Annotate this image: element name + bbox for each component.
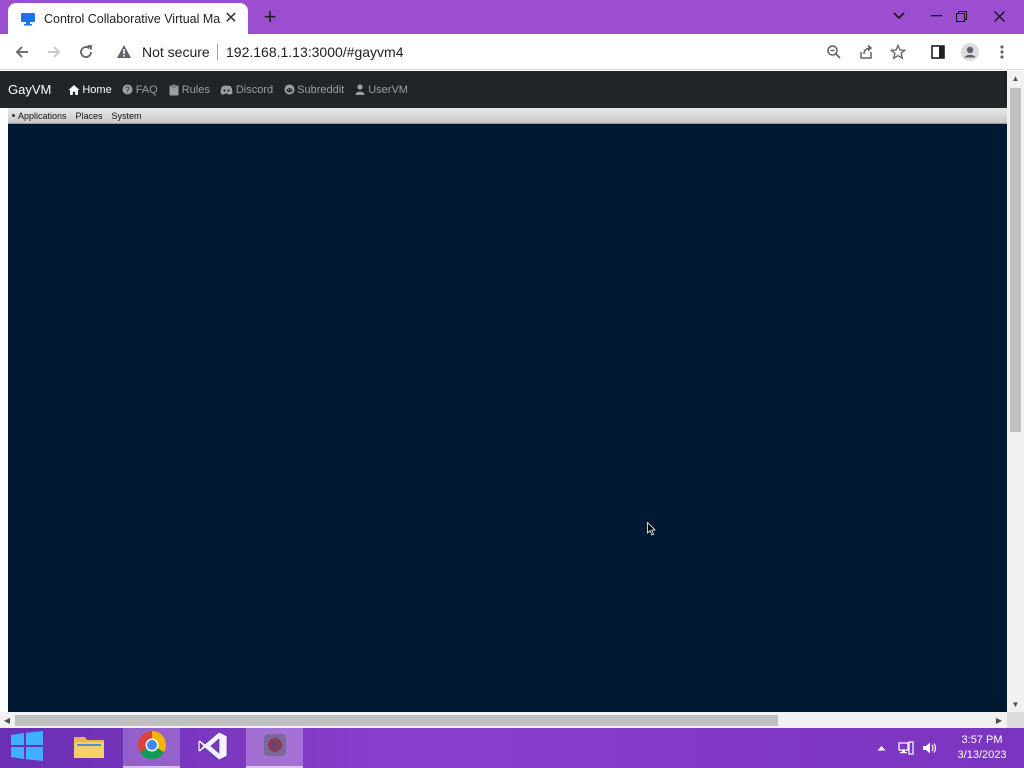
- vm-desktop[interactable]: [8, 124, 1007, 714]
- nav-home[interactable]: Home: [68, 83, 112, 96]
- chrome-icon: [137, 730, 167, 765]
- clock-date: 3/13/2023: [957, 749, 1007, 761]
- nav-rules[interactable]: Rules: [168, 84, 210, 96]
- taskbar-chrome[interactable]: [123, 728, 180, 768]
- warning-icon[interactable]: [116, 44, 134, 60]
- browser-tab[interactable]: Control Collaborative Virtual Ma ✕: [8, 3, 248, 34]
- scrollbar-corner: [1007, 712, 1024, 728]
- scroll-down-icon[interactable]: ▼: [1007, 697, 1024, 712]
- scroll-left-icon[interactable]: ◀: [0, 712, 14, 728]
- new-tab-button[interactable]: +: [258, 6, 282, 28]
- network-icon[interactable]: [896, 728, 916, 768]
- distro-logo-icon: [12, 114, 15, 117]
- vertical-scroll-thumb[interactable]: [1010, 88, 1021, 432]
- user-icon: [354, 84, 366, 96]
- browser-toolbar: Not secure 192.168.1.13:3000/#gayvm4: [0, 34, 1024, 70]
- folder-icon: [73, 733, 105, 764]
- address-bar[interactable]: Not secure 192.168.1.13:3000/#gayvm4: [108, 38, 920, 66]
- home-icon: [68, 84, 80, 96]
- page-viewport: GayVM Home ? FAQ Rules Discord Subreddit…: [0, 71, 1024, 728]
- volume-icon[interactable]: [920, 728, 940, 768]
- omnibox-divider: [217, 44, 218, 60]
- horizontal-scrollbar[interactable]: ◀ ▶: [0, 712, 1007, 728]
- side-panel-icon[interactable]: [926, 40, 950, 64]
- tray-overflow-icon[interactable]: [874, 728, 888, 768]
- site-navbar: GayVM Home ? FAQ Rules Discord Subreddit…: [0, 71, 1007, 108]
- vm-menu-applications-label: Applications: [18, 110, 67, 121]
- taskbar-vm-viewer[interactable]: [246, 728, 303, 768]
- discord-icon: [220, 84, 234, 96]
- windows-logo-icon: [10, 730, 44, 766]
- nav-rules-label: Rules: [181, 83, 210, 96]
- vm-screen[interactable]: Applications Places System: [8, 108, 1007, 714]
- visual-studio-icon: [197, 730, 229, 767]
- reload-icon[interactable]: [74, 40, 98, 64]
- vertical-scrollbar[interactable]: ▲ ▼: [1007, 71, 1024, 712]
- nav-subreddit-label: Subreddit: [297, 83, 345, 96]
- start-button[interactable]: [0, 728, 54, 768]
- tab-search-chevron-icon[interactable]: [884, 4, 914, 28]
- browser-tab-strip: Control Collaborative Virtual Ma ✕ +: [0, 0, 1024, 34]
- nav-uservm[interactable]: UserVM: [354, 84, 408, 96]
- vm-app-icon: [261, 731, 289, 764]
- nav-discord[interactable]: Discord: [220, 84, 273, 96]
- svg-text:?: ?: [125, 85, 130, 94]
- bookmark-star-icon[interactable]: [886, 40, 910, 64]
- profile-avatar-icon[interactable]: [958, 40, 982, 64]
- menu-kebab-icon[interactable]: [990, 40, 1014, 64]
- clock-time: 3:57 PM: [961, 734, 1003, 746]
- close-tab-icon[interactable]: ✕: [222, 10, 240, 28]
- windows-taskbar: 3:57 PM 3/13/2023: [0, 728, 1024, 768]
- forward-arrow-icon[interactable]: [42, 40, 66, 64]
- tab-title: Control Collaborative Virtual Ma: [44, 11, 221, 26]
- clipboard-icon: [168, 83, 180, 96]
- nav-faq-label: FAQ: [135, 83, 158, 96]
- back-arrow-icon[interactable]: [10, 40, 34, 64]
- reddit-icon: [283, 84, 295, 96]
- vm-menu-system[interactable]: System: [112, 111, 142, 121]
- nav-discord-label: Discord: [235, 83, 274, 96]
- nav-home-label: Home: [82, 83, 112, 96]
- scroll-up-icon[interactable]: ▲: [1007, 71, 1024, 86]
- taskbar-clock[interactable]: 3:57 PM 3/13/2023: [950, 733, 1014, 763]
- vm-top-panel: Applications Places System: [8, 108, 1007, 124]
- monitor-icon: [20, 12, 36, 26]
- scroll-right-icon[interactable]: ▶: [992, 712, 1006, 728]
- zoom-icon[interactable]: [822, 40, 846, 64]
- vm-menu-applications[interactable]: Applications: [12, 111, 67, 121]
- share-icon[interactable]: [854, 40, 878, 64]
- horizontal-scroll-thumb[interactable]: [15, 715, 778, 726]
- nav-faq[interactable]: ? FAQ: [122, 84, 158, 96]
- restore-icon[interactable]: [946, 4, 976, 28]
- url-text[interactable]: 192.168.1.13:3000/#gayvm4: [226, 44, 403, 60]
- close-window-icon[interactable]: [984, 4, 1014, 28]
- vm-menu-places[interactable]: Places: [76, 111, 103, 121]
- mouse-cursor-icon: [647, 521, 657, 536]
- question-icon: ?: [122, 84, 134, 96]
- taskbar-visual-studio[interactable]: [186, 728, 240, 768]
- taskbar-file-explorer[interactable]: [62, 728, 116, 768]
- nav-subreddit[interactable]: Subreddit: [283, 84, 344, 96]
- nav-uservm-label: UserVM: [368, 83, 408, 96]
- security-label[interactable]: Not secure: [142, 44, 210, 60]
- site-brand[interactable]: GayVM: [8, 82, 51, 97]
